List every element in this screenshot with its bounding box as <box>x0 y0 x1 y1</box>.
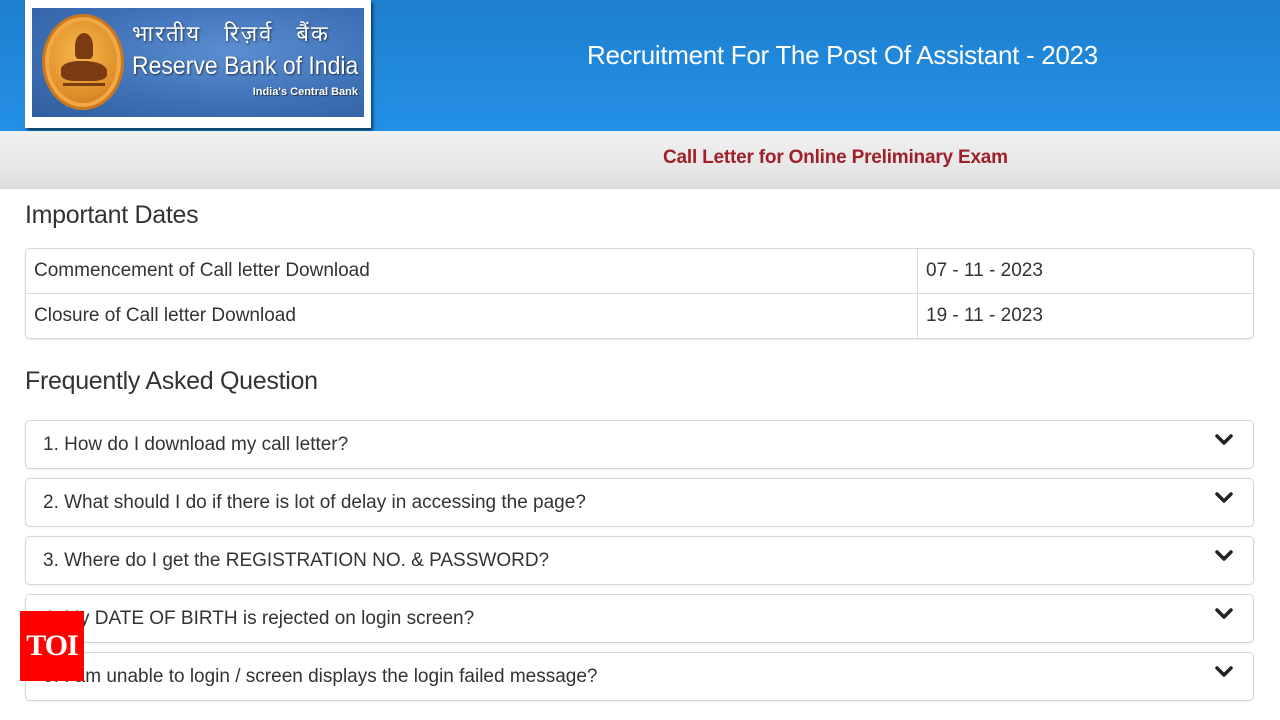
page-title: Recruitment For The Post Of Assistant - … <box>587 40 1098 70</box>
date-value: 19 - 11 - 2023 <box>926 305 1043 326</box>
faq-question: 1. How do I download my call letter? <box>43 434 349 455</box>
toi-watermark-logo: TOI <box>20 611 84 681</box>
rbi-logo[interactable]: भारतीय रिज़र्व बैंक Reserve Bank of Indi… <box>25 0 371 128</box>
faq-item[interactable]: 2. What should I do if there is lot of d… <box>25 478 1254 527</box>
faq-item[interactable]: 4. My DATE OF BIRTH is rejected on login… <box>25 594 1254 643</box>
subheader-title: Call Letter for Online Preliminary Exam <box>663 147 1008 168</box>
chevron-down-icon[interactable] <box>1215 607 1233 621</box>
date-label: Closure of Call letter Download <box>26 294 918 338</box>
faq-question: 5. I am unable to login / screen display… <box>43 666 598 687</box>
faq-item[interactable]: 3. Where do I get the REGISTRATION NO. &… <box>25 536 1254 585</box>
logo-tagline: India's Central Bank <box>252 86 358 98</box>
page-header: भारतीय रिज़र्व बैंक Reserve Bank of Indi… <box>0 0 1280 131</box>
rbi-logo-banner: भारतीय रिज़र्व बैंक Reserve Bank of Indi… <box>32 8 364 117</box>
chevron-down-icon[interactable] <box>1215 433 1233 447</box>
logo-hindi-name: भारतीय रिज़र्व बैंक <box>132 22 330 47</box>
chevron-down-icon[interactable] <box>1215 665 1233 679</box>
important-dates-table: Commencement of Call letter Download 07 … <box>25 248 1254 339</box>
faq-accordion: 1. How do I download my call letter? 2. … <box>25 420 1254 710</box>
faq-question: 2. What should I do if there is lot of d… <box>43 492 586 513</box>
chevron-down-icon[interactable] <box>1215 549 1233 563</box>
table-row: Closure of Call letter Download 19 - 11 … <box>26 294 1253 338</box>
logo-english-name: Reserve Bank of India <box>132 52 359 80</box>
faq-question: 3. Where do I get the REGISTRATION NO. &… <box>43 550 550 571</box>
emblem-base-line <box>63 83 105 86</box>
palm-tree-shape <box>75 33 93 59</box>
tiger-shape <box>61 61 107 81</box>
rbi-emblem-icon <box>42 14 124 110</box>
chevron-down-icon[interactable] <box>1215 491 1233 505</box>
table-row: Commencement of Call letter Download 07 … <box>26 249 1253 294</box>
subheader-bar: Call Letter for Online Preliminary Exam <box>0 131 1280 189</box>
faq-item[interactable]: 1. How do I download my call letter? <box>25 420 1254 469</box>
faq-item[interactable]: 5. I am unable to login / screen display… <box>25 652 1254 701</box>
faq-heading: Frequently Asked Question <box>25 367 318 395</box>
date-label: Commencement of Call letter Download <box>26 249 918 293</box>
important-dates-heading: Important Dates <box>25 201 199 229</box>
faq-question: 4. My DATE OF BIRTH is rejected on login… <box>43 608 475 629</box>
date-value: 07 - 11 - 2023 <box>926 260 1043 281</box>
